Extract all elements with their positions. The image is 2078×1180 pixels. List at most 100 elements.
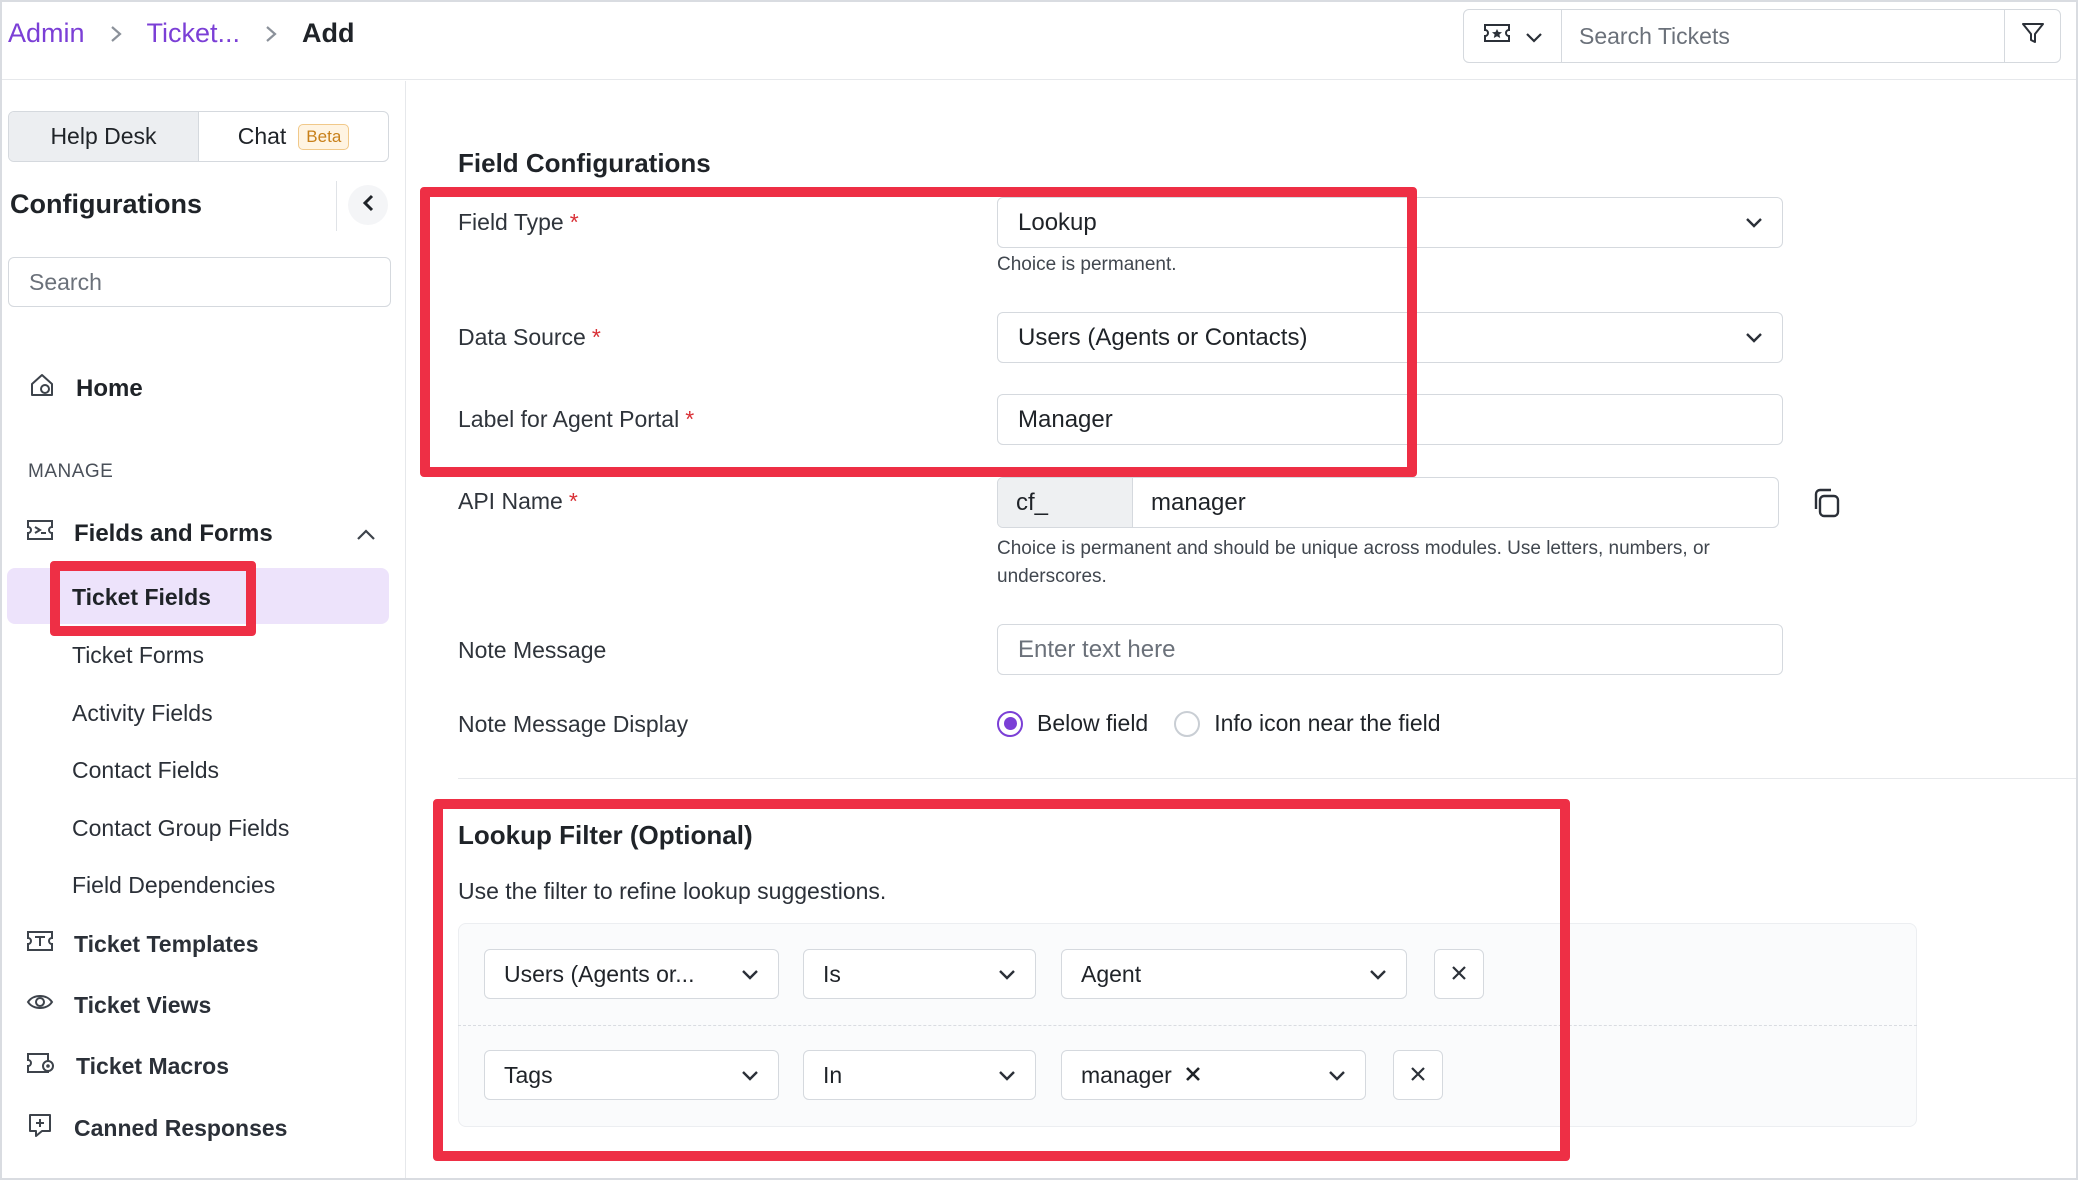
required-mark: * (591, 324, 601, 350)
api-name-input[interactable]: manager (1133, 478, 1778, 527)
chevron-down-icon (1368, 963, 1388, 993)
filter-field-value: Tags (504, 1061, 553, 1088)
message-plus-icon (26, 1112, 54, 1144)
sidebar-item-contact-fields[interactable]: Contact Fields (72, 757, 219, 784)
tag-chip: manager (1081, 1062, 1202, 1089)
collapse-sidebar-button[interactable] (348, 185, 388, 225)
chevron-down-icon (1525, 23, 1543, 50)
sidebar: Help Desk Chat Beta Configurations Searc… (0, 81, 406, 1180)
remove-filter-button[interactable] (1434, 949, 1484, 999)
copy-icon[interactable] (1810, 486, 1844, 526)
filter-value-select[interactable]: Agent (1061, 949, 1407, 999)
filter-operator-select[interactable]: Is (803, 949, 1036, 999)
api-name-field: cf_ manager (997, 477, 1779, 528)
breadcrumb: Admin Ticket... Add (8, 18, 355, 49)
sidebar-item-label: Canned Responses (74, 1114, 288, 1141)
data-source-select[interactable]: Users (Agents or Contacts) (997, 312, 1783, 363)
breadcrumb-admin[interactable]: Admin (8, 18, 85, 49)
macro-gear-icon (26, 1051, 56, 1081)
manage-section-label: MANAGE (28, 461, 114, 482)
chevron-down-icon (997, 1064, 1017, 1094)
tag-chip-label: manager (1081, 1061, 1172, 1088)
breadcrumb-tickets[interactable]: Ticket... (147, 18, 241, 49)
filter-field-value: Users (Agents or... (504, 960, 695, 987)
chevron-down-icon (1744, 211, 1764, 242)
agent-label-input[interactable]: Manager (997, 394, 1783, 445)
template-icon (26, 929, 54, 959)
chevron-down-icon (740, 963, 760, 993)
chevron-up-icon (356, 520, 376, 548)
lookup-filter-description: Use the filter to refine lookup suggesti… (458, 878, 887, 904)
filter-operator-select[interactable]: In (803, 1050, 1036, 1100)
sidebar-item-home[interactable]: Home (28, 371, 143, 406)
sidebar-item-fields-and-forms[interactable]: Fields and Forms (26, 518, 376, 549)
filter-operator-value: In (823, 1061, 843, 1088)
sidebar-item-label: Ticket Macros (76, 1052, 229, 1079)
api-name-helper-line1: Choice is permanent and should be unique… (997, 538, 1710, 559)
api-name-helper-line2: underscores. (997, 566, 1107, 587)
field-type-label: Field Type * (458, 209, 579, 236)
chevron-right-icon (264, 24, 278, 44)
chevron-down-icon (997, 963, 1017, 993)
divider (336, 181, 337, 231)
note-message-input[interactable]: Enter text here (997, 624, 1783, 675)
field-configurations-title: Field Configurations (458, 148, 711, 178)
remove-tag-icon[interactable] (1184, 1062, 1202, 1089)
sidebar-item-ticket-fields[interactable]: Ticket Fields (72, 584, 211, 611)
field-type-select[interactable]: Lookup (997, 197, 1783, 248)
eye-icon (26, 990, 54, 1020)
chevron-down-icon (740, 1064, 760, 1094)
filter-value-text: Agent (1081, 960, 1142, 987)
data-source-label: Data Source * (458, 324, 601, 351)
required-mark: * (685, 406, 695, 432)
api-prefix: cf_ (998, 478, 1133, 527)
tab-chat[interactable]: Chat Beta (199, 112, 388, 161)
breadcrumb-current: Add (302, 18, 355, 48)
tab-help-desk[interactable]: Help Desk (9, 112, 199, 161)
sidebar-item-ticket-views[interactable]: Ticket Views (26, 990, 211, 1020)
sidebar-search-input[interactable]: Search (8, 257, 391, 307)
ticket-search-group: Search Tickets (1463, 9, 2061, 63)
sidebar-item-label: Home (76, 374, 143, 402)
sidebar-item-label: Ticket Templates (74, 930, 259, 957)
radio-info-icon[interactable] (1174, 710, 1201, 737)
sidebar-item-ticket-templates[interactable]: Ticket Templates (26, 929, 259, 959)
beta-badge: Beta (298, 123, 350, 150)
data-source-value: Users (Agents or Contacts) (1018, 323, 1308, 351)
filter-row-divider (458, 1025, 1917, 1026)
sidebar-item-activity-fields[interactable]: Activity Fields (72, 700, 213, 727)
sidebar-item-contact-group-fields[interactable]: Contact Group Fields (72, 815, 289, 842)
remove-filter-button[interactable] (1393, 1050, 1443, 1100)
top-bar: Admin Ticket... Add Search Tickets (0, 0, 2078, 80)
note-display-label: Note Message Display (458, 711, 689, 737)
filter-tags-select[interactable]: manager (1061, 1050, 1366, 1100)
radio-below-field[interactable] (997, 710, 1023, 737)
search-tickets-input[interactable]: Search Tickets (1562, 10, 2004, 62)
filter-operator-value: Is (823, 960, 841, 987)
sidebar-item-canned-responses[interactable]: Canned Responses (26, 1112, 287, 1144)
chevron-down-icon (1744, 326, 1764, 357)
filter-field-select[interactable]: Users (Agents or... (484, 949, 779, 999)
field-type-label-text: Field Type (458, 209, 564, 235)
agent-label-label: Label for Agent Portal * (458, 406, 694, 433)
sidebar-item-field-dependencies[interactable]: Field Dependencies (72, 872, 275, 899)
field-type-helper: Choice is permanent. (997, 254, 1177, 275)
sidebar-item-ticket-macros[interactable]: Ticket Macros (26, 1051, 229, 1081)
section-divider (458, 778, 2078, 779)
api-name-label: API Name * (458, 488, 578, 515)
sidebar-item-ticket-forms[interactable]: Ticket Forms (72, 642, 204, 669)
sidebar-item-label: Ticket Views (74, 991, 212, 1018)
chevron-down-icon (1327, 1064, 1347, 1094)
note-display-radio-group: Below field Info icon near the field (997, 710, 1441, 737)
filter-button[interactable] (2004, 10, 2060, 62)
filter-field-select[interactable]: Tags (484, 1050, 779, 1100)
search-scope-dropdown[interactable] (1464, 10, 1562, 62)
required-mark: * (568, 488, 578, 514)
api-name-label-text: API Name (458, 488, 563, 514)
radio-below-field-label: Below field (1037, 710, 1149, 736)
sidebar-item-label: Fields and Forms (74, 519, 273, 547)
agent-label-label-text: Label for Agent Portal (458, 406, 680, 432)
home-gear-icon (28, 371, 56, 406)
ticket-icon (1483, 22, 1511, 50)
close-icon (1450, 961, 1468, 988)
